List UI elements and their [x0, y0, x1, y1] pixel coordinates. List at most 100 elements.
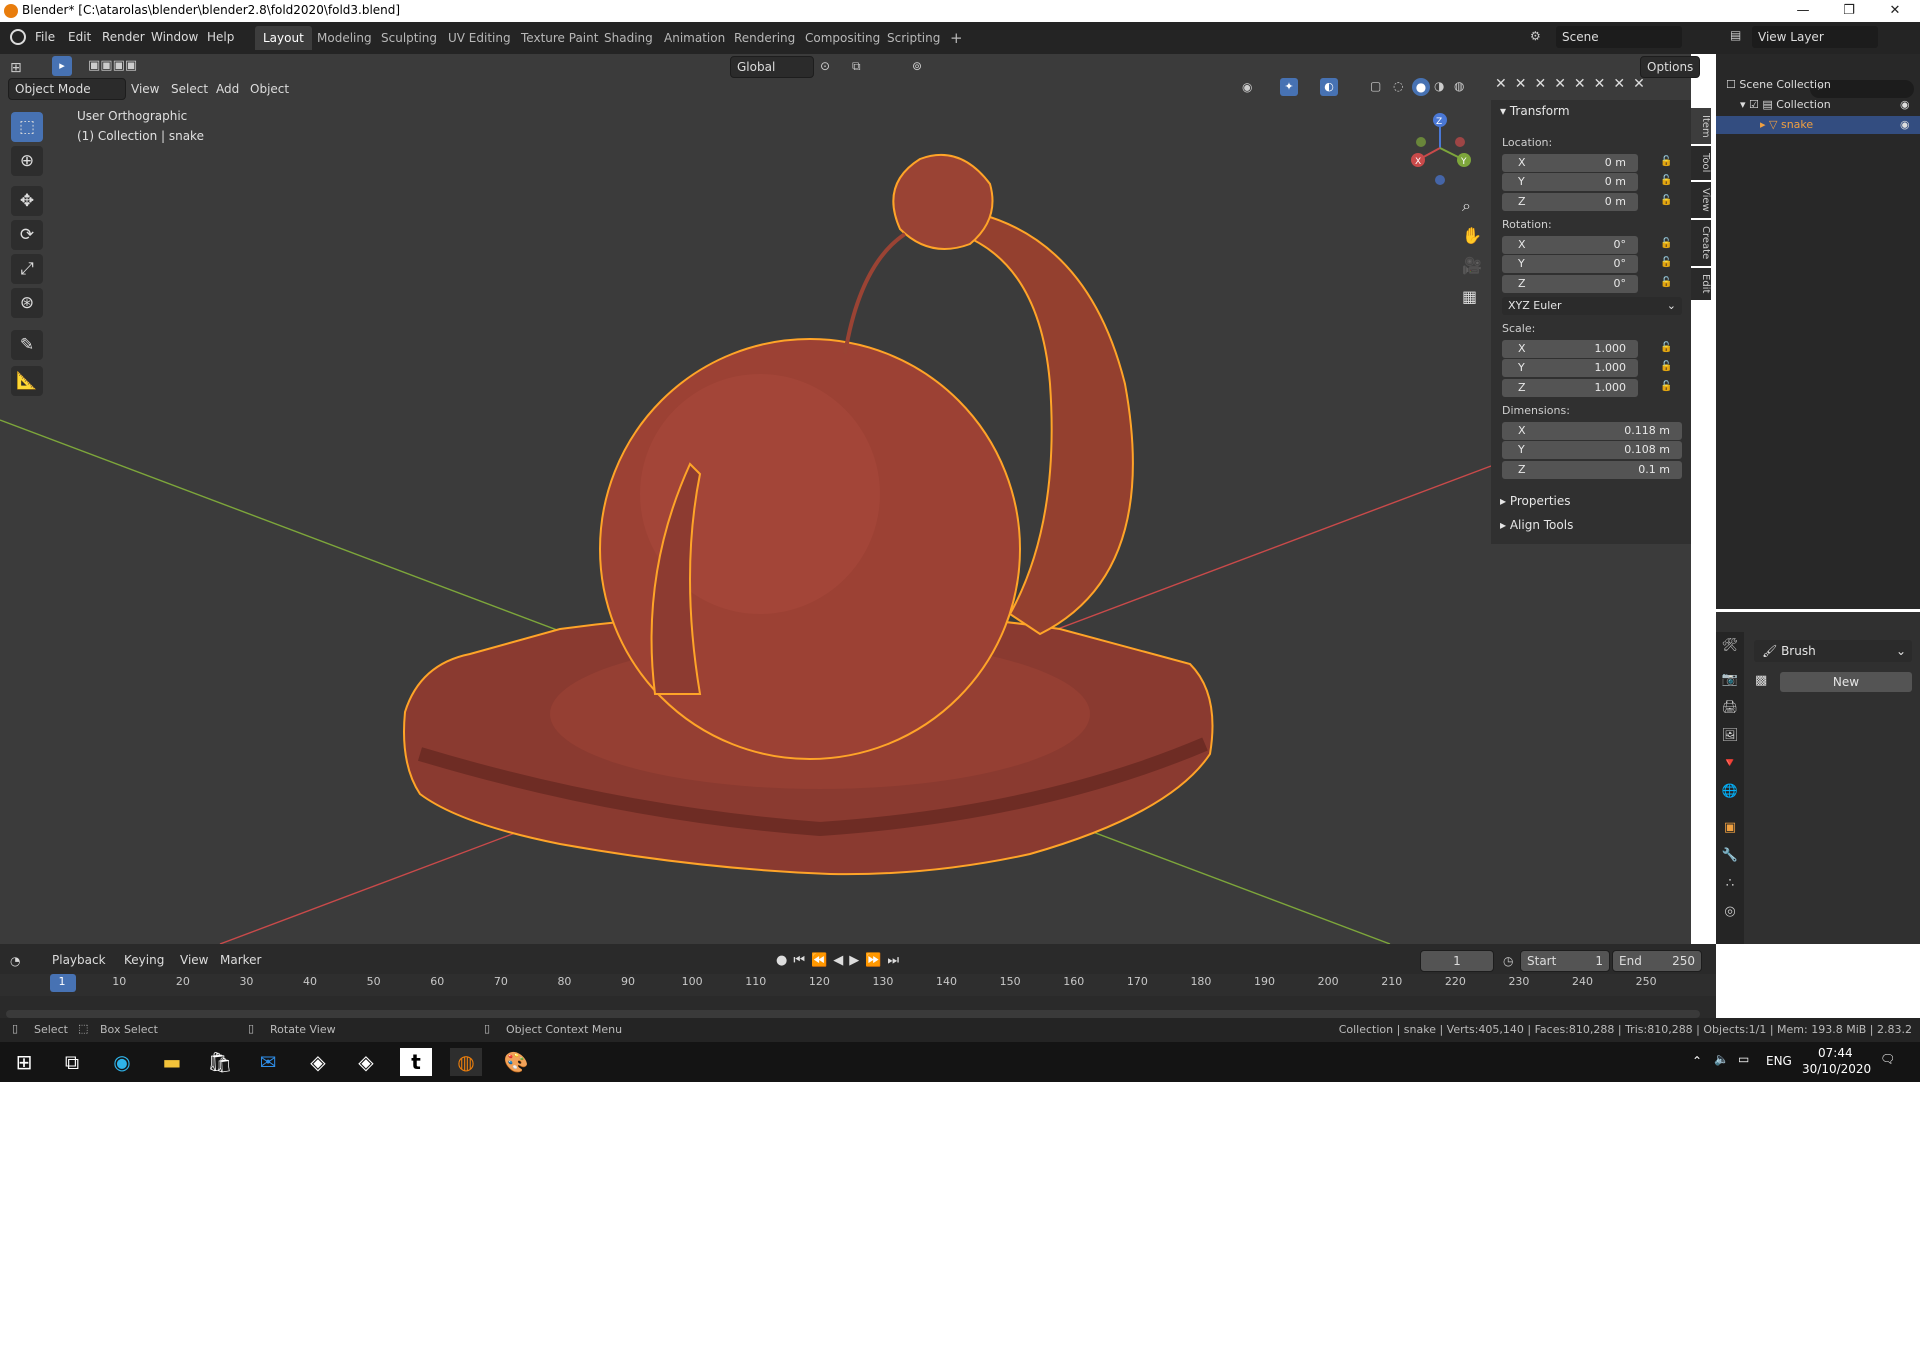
overlay-toggle-icon[interactable]: ◐ — [1320, 78, 1338, 96]
menu-help[interactable]: Help — [207, 30, 234, 44]
editor-type-icon[interactable]: ⊞ — [10, 60, 22, 76]
clock-icon[interactable]: ◷ — [1503, 954, 1513, 968]
xray-icon[interactable]: ▢ — [1370, 79, 1381, 93]
playback-menu[interactable]: Playback — [46, 950, 112, 970]
orientation-dropdown[interactable]: Global — [730, 56, 814, 78]
start-frame-field[interactable]: Start 1 — [1520, 950, 1610, 972]
render-shading-icon[interactable]: ◍ — [1454, 79, 1464, 93]
dimension-z-field[interactable]: Z 0.1 m — [1502, 461, 1682, 479]
location-z-field[interactable]: Z0 m — [1502, 193, 1638, 211]
minimize-button[interactable]: — — [1780, 0, 1826, 22]
tab-rendering[interactable]: Rendering — [726, 26, 803, 50]
menu-render[interactable]: Render — [102, 30, 145, 44]
object-icon[interactable]: ▣ — [1720, 820, 1740, 840]
navigation-gizmo[interactable]: Z X Y — [1400, 108, 1480, 188]
rotation-y-field[interactable]: Y 0° — [1502, 255, 1638, 273]
network-icon[interactable]: ▭ — [1738, 1052, 1749, 1066]
unity-hub-icon[interactable]: ◈ — [350, 1048, 382, 1076]
task-view-icon[interactable]: ⧉ — [56, 1048, 88, 1076]
lock-icon[interactable]: 🔓 — [1660, 175, 1672, 186]
annotate-tool-button[interactable]: ✎ — [11, 330, 43, 360]
menu-add[interactable]: Add — [216, 82, 239, 96]
checker-icon[interactable]: ▩ — [1755, 673, 1767, 688]
tab-compositing[interactable]: Compositing — [797, 26, 888, 50]
scale-y-field[interactable]: Y 1.000 — [1502, 359, 1638, 377]
unity-icon[interactable]: ◈ — [302, 1048, 334, 1076]
camera-icon[interactable]: 🎥 — [1462, 256, 1482, 275]
typora-icon[interactable]: t — [400, 1048, 432, 1076]
store-icon[interactable]: 🛍 — [204, 1048, 236, 1076]
tab-edit[interactable]: Edit — [1691, 268, 1711, 300]
keying-menu[interactable]: Keying — [118, 950, 170, 970]
paint-icon[interactable]: 🎨 — [500, 1048, 532, 1076]
pivot-icon[interactable]: ⊙ — [820, 59, 830, 73]
lock-icon[interactable]: 🔓 — [1660, 277, 1672, 288]
world-icon[interactable]: 🌐 — [1720, 784, 1740, 804]
eye-icon[interactable]: ◉ — [1900, 118, 1910, 131]
language-indicator[interactable]: ENG — [1766, 1054, 1792, 1068]
maximize-button[interactable]: ❐ — [1826, 0, 1872, 22]
edge-browser-icon[interactable]: ◉ — [106, 1048, 138, 1076]
measure-tool-button[interactable]: 📐 — [11, 366, 43, 396]
location-x-field[interactable]: X0 m — [1502, 154, 1638, 172]
proportional-edit-icon[interactable]: ⊚ — [912, 59, 922, 73]
new-texture-button[interactable]: New — [1780, 672, 1912, 692]
timeline-view-menu[interactable]: View — [174, 950, 214, 970]
tab-scripting[interactable]: Scripting — [879, 26, 948, 50]
material-shading-icon[interactable]: ◑ — [1434, 79, 1444, 93]
clock-time[interactable]: 07:44 — [1818, 1046, 1853, 1060]
tab-shading[interactable]: Shading — [596, 26, 661, 50]
menu-edit[interactable]: Edit — [68, 30, 91, 44]
tab-item[interactable]: Item — [1691, 108, 1711, 144]
select-box-icons[interactable]: ▣▣▣▣ — [88, 58, 137, 73]
tab-tool[interactable]: Tool — [1691, 146, 1711, 180]
grid-view-icon[interactable]: ▦ — [1462, 287, 1477, 306]
tab-texture-paint[interactable]: Texture Paint — [513, 26, 606, 50]
transform-header[interactable]: ▾ Transform — [1500, 104, 1570, 118]
windows-start-icon[interactable]: ⊞ — [8, 1048, 40, 1076]
tab-uv-editing[interactable]: UV Editing — [440, 26, 519, 50]
view-layer-icon[interactable]: 🖼 — [1720, 728, 1740, 748]
location-y-field[interactable]: Y0 m — [1502, 173, 1638, 191]
tab-sculpting[interactable]: Sculpting — [373, 26, 445, 50]
collection-item[interactable]: ▾ ☑ ▤ Collection — [1740, 98, 1831, 111]
rotation-mode-dropdown[interactable]: XYZ Euler ⌄ — [1502, 297, 1682, 315]
lock-icon[interactable]: 🔓 — [1660, 361, 1672, 372]
menu-view[interactable]: View — [131, 82, 159, 96]
tab-view[interactable]: View — [1691, 182, 1711, 218]
particles-icon[interactable]: ∴ — [1720, 876, 1740, 896]
blender-menu-icon[interactable] — [10, 29, 26, 45]
lock-icon[interactable]: 🔓 — [1660, 156, 1672, 167]
output-icon[interactable]: 🖨 — [1720, 700, 1740, 720]
tool-icon[interactable]: 🛠 — [1720, 638, 1740, 658]
properties-subpanel[interactable]: ▸ Properties — [1500, 494, 1571, 508]
scale-tool-button[interactable]: ⤢ — [11, 254, 43, 284]
end-frame-field[interactable]: End 250 — [1612, 950, 1702, 972]
file-explorer-icon[interactable]: ▬ — [156, 1048, 188, 1076]
marker-menu[interactable]: Marker — [214, 950, 267, 970]
tab-layout[interactable]: Layout — [255, 26, 312, 50]
lock-icon[interactable]: 🔓 — [1660, 342, 1672, 353]
visibility-icon[interactable]: ◉ — [1242, 80, 1252, 94]
tab-create[interactable]: Create — [1691, 220, 1711, 266]
options-dropdown[interactable]: Options — [1640, 56, 1701, 78]
view-layer-selector[interactable]: View Layer — [1752, 26, 1878, 48]
menu-window[interactable]: Window — [151, 30, 198, 44]
brush-dropdown[interactable]: 🖌 Brush ⌄ — [1754, 640, 1912, 662]
mail-icon[interactable]: ✉ — [252, 1048, 284, 1076]
notification-icon[interactable]: 🗨 — [1880, 1052, 1895, 1066]
tab-animation[interactable]: Animation — [656, 26, 733, 50]
tab-modeling[interactable]: Modeling — [309, 26, 380, 50]
solid-shading-icon[interactable]: ● — [1412, 78, 1430, 96]
add-workspace-button[interactable]: + — [942, 26, 971, 50]
snake-object-item[interactable]: ▸ ▽ snake — [1716, 116, 1920, 134]
timeline-editor-icon[interactable]: ◔ — [10, 954, 20, 968]
cursor-tool-button[interactable]: ⊕ — [11, 146, 43, 176]
close-button[interactable]: ✕ — [1872, 0, 1918, 22]
scale-x-field[interactable]: X 1.000 — [1502, 340, 1638, 358]
dimension-x-field[interactable]: X 0.118 m — [1502, 422, 1682, 440]
scene-collection-item[interactable]: ☐ Scene Collection — [1726, 78, 1831, 91]
volume-icon[interactable]: 🔈 — [1714, 1052, 1729, 1066]
modifier-icon[interactable]: 🔧 — [1720, 848, 1740, 868]
transform-tool-button[interactable]: ⊛ — [11, 288, 43, 318]
